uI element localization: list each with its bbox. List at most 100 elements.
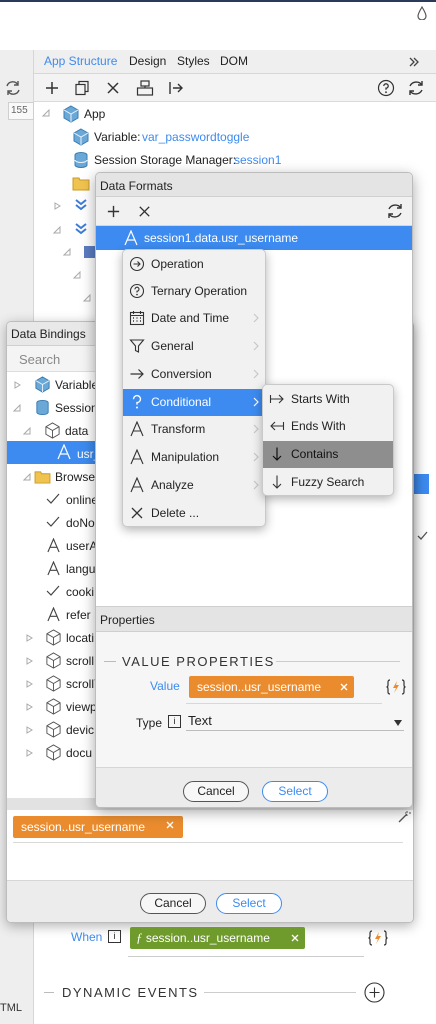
list-item[interactable]: refer: [66, 608, 97, 622]
formats-list-item-label: session1.data.usr_username: [144, 231, 299, 245]
value-tag[interactable]: session..usr_username: [13, 816, 183, 838]
list-item[interactable]: doNo: [66, 516, 97, 530]
menu-item-label: Delete ...: [151, 506, 200, 520]
list-item[interactable]: devic: [66, 723, 97, 737]
chevron-right-icon: [253, 369, 259, 379]
expand-caret-icon[interactable]: [25, 657, 33, 665]
info-icon[interactable]: i: [168, 715, 181, 728]
insert-after-icon[interactable]: [168, 80, 184, 96]
select-button[interactable]: Select: [262, 781, 328, 802]
dropdown-arrow-icon[interactable]: [393, 719, 403, 727]
expand-caret-icon[interactable]: [25, 726, 33, 734]
data-bindings-title: Data Bindings: [11, 327, 86, 341]
cancel-button[interactable]: Cancel: [183, 781, 249, 802]
list-item[interactable]: cooki: [66, 585, 97, 599]
tree-item-variable-value[interactable]: var_passwordtoggle: [142, 130, 249, 144]
expand-caret-icon[interactable]: [53, 226, 61, 234]
type-select[interactable]: [186, 711, 404, 731]
expand-caret-icon[interactable]: [83, 294, 91, 302]
double-chevron-right-icon[interactable]: [408, 56, 420, 68]
copy-icon[interactable]: [74, 80, 90, 96]
expand-caret-icon[interactable]: [13, 404, 21, 412]
refresh-icon[interactable]: [407, 79, 425, 97]
add-icon[interactable]: [44, 80, 60, 96]
add-icon[interactable]: [106, 204, 121, 219]
menu-item-analyze[interactable]: Analyze: [123, 472, 265, 499]
expand-caret-icon[interactable]: [73, 271, 81, 279]
droplet-icon[interactable]: [416, 6, 428, 20]
expand-caret-icon[interactable]: [23, 473, 31, 481]
expand-caret-icon[interactable]: [13, 381, 21, 389]
tree-item-variable-label[interactable]: Variable:: [94, 130, 140, 144]
component-icon[interactable]: [136, 79, 154, 97]
expand-caret-icon[interactable]: [25, 703, 33, 711]
expand-caret-icon[interactable]: [63, 248, 71, 256]
dynamic-data-icon[interactable]: [368, 929, 388, 947]
remove-tag-icon[interactable]: [290, 933, 300, 943]
tab-dom[interactable]: DOM: [220, 54, 248, 68]
list-item[interactable]: Browse: [55, 470, 97, 484]
tab-styles[interactable]: Styles: [177, 54, 210, 68]
selected-row-fragment: [413, 474, 429, 494]
tree-item-app[interactable]: App: [84, 107, 105, 121]
tree-item-session-value[interactable]: session1: [234, 153, 281, 167]
when-tag[interactable]: ƒ session..usr_username: [130, 927, 305, 949]
expand-caret-icon[interactable]: [25, 749, 33, 757]
menu-item-conversion[interactable]: Conversion: [123, 361, 265, 388]
submenu-item-contains[interactable]: Contains: [263, 441, 393, 468]
list-item[interactable]: data: [65, 424, 97, 438]
menu-item-general[interactable]: General: [123, 333, 265, 360]
list-item[interactable]: locati: [66, 631, 97, 645]
list-item[interactable]: Variable: [55, 378, 97, 392]
expand-caret-icon[interactable]: [23, 427, 31, 435]
check-icon: [45, 492, 61, 506]
remove-tag-icon[interactable]: [165, 820, 175, 830]
menu-item-conditional[interactable]: Conditional: [123, 389, 265, 416]
expand-caret-icon[interactable]: [25, 634, 33, 642]
menu-item-transform[interactable]: Transform: [123, 416, 265, 443]
double-chevron-down-icon: [74, 198, 88, 212]
list-item[interactable]: scroll: [66, 654, 97, 668]
list-item[interactable]: docu: [66, 746, 97, 760]
submenu-item-starts-with[interactable]: Starts With: [263, 386, 393, 413]
menu-item-ternary-operation[interactable]: Ternary Operation: [123, 278, 265, 305]
delete-icon[interactable]: [137, 204, 152, 219]
expand-caret-icon[interactable]: [53, 202, 61, 210]
list-item[interactable]: viewp: [66, 700, 97, 714]
add-event-icon[interactable]: [364, 982, 385, 1003]
magic-wand-icon[interactable]: [397, 810, 411, 824]
object-cube-icon: [45, 744, 62, 761]
app-cube-icon: [62, 105, 80, 123]
list-item[interactable]: langu: [66, 562, 97, 576]
list-item[interactable]: userA: [66, 539, 97, 553]
help-icon[interactable]: [377, 79, 395, 97]
cancel-button[interactable]: Cancel: [140, 893, 206, 914]
submenu-item-ends-with[interactable]: Ends With: [263, 413, 393, 440]
tree-item-session-label[interactable]: Session Storage Manager:: [94, 153, 236, 167]
info-icon[interactable]: i: [108, 930, 121, 943]
dynamic-data-icon[interactable]: [386, 678, 406, 696]
list-item[interactable]: online: [66, 493, 97, 507]
tab-app-structure[interactable]: App Structure: [44, 54, 117, 68]
menu-item-date-and-time[interactable]: Date and Time: [123, 305, 265, 332]
tab-design[interactable]: Design: [129, 54, 166, 68]
value-tag[interactable]: session..usr_username: [189, 676, 354, 698]
expand-caret-icon[interactable]: [42, 109, 50, 117]
delete-icon[interactable]: [105, 80, 121, 96]
list-item[interactable]: usr_: [77, 447, 97, 461]
menu-item-delete[interactable]: Delete ...: [123, 500, 265, 527]
submenu-item-fuzzy-search[interactable]: Fuzzy Search: [263, 469, 393, 495]
menu-item-manipulation[interactable]: Manipulation: [123, 444, 265, 471]
starts-with-icon: [269, 391, 285, 407]
menu-item-operation[interactable]: Operation: [123, 251, 265, 278]
divider: [44, 992, 54, 993]
menu-item-label: Ternary Operation: [151, 284, 248, 298]
refresh-icon[interactable]: [4, 80, 22, 96]
select-button[interactable]: Select: [216, 893, 282, 914]
list-item[interactable]: Session: [55, 401, 97, 415]
list-item[interactable]: scrollY: [66, 677, 97, 691]
remove-tag-icon[interactable]: [339, 682, 349, 692]
expand-caret-icon[interactable]: [25, 680, 33, 688]
refresh-icon[interactable]: [386, 202, 404, 220]
chevron-right-icon: [253, 452, 259, 462]
